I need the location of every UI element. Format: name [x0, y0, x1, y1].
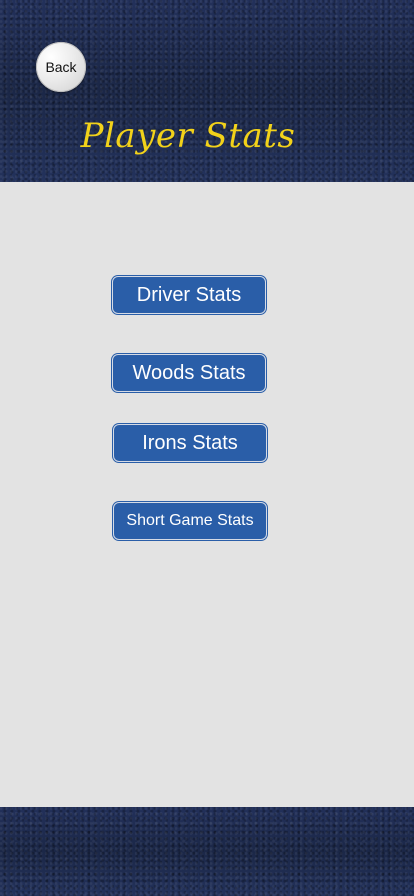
irons-stats-label: Irons Stats [142, 431, 238, 454]
header-bar: Back Player Stats [0, 0, 414, 182]
stats-menu: Driver Stats Woods Stats Irons Stats Sho… [0, 182, 414, 807]
back-button[interactable]: Back [36, 42, 86, 92]
page-title: Player Stats [80, 116, 296, 156]
driver-stats-label: Driver Stats [136, 283, 242, 306]
woods-stats-button[interactable]: Woods Stats [112, 354, 266, 392]
short-game-stats-label: Short Game Stats [126, 512, 254, 529]
back-button-label: Back [45, 59, 77, 75]
short-game-stats-button[interactable]: Short Game Stats [113, 502, 267, 540]
irons-stats-button[interactable]: Irons Stats [113, 424, 267, 462]
woods-stats-label: Woods Stats [132, 361, 246, 384]
footer-bar [0, 807, 414, 896]
driver-stats-button[interactable]: Driver Stats [112, 276, 266, 314]
